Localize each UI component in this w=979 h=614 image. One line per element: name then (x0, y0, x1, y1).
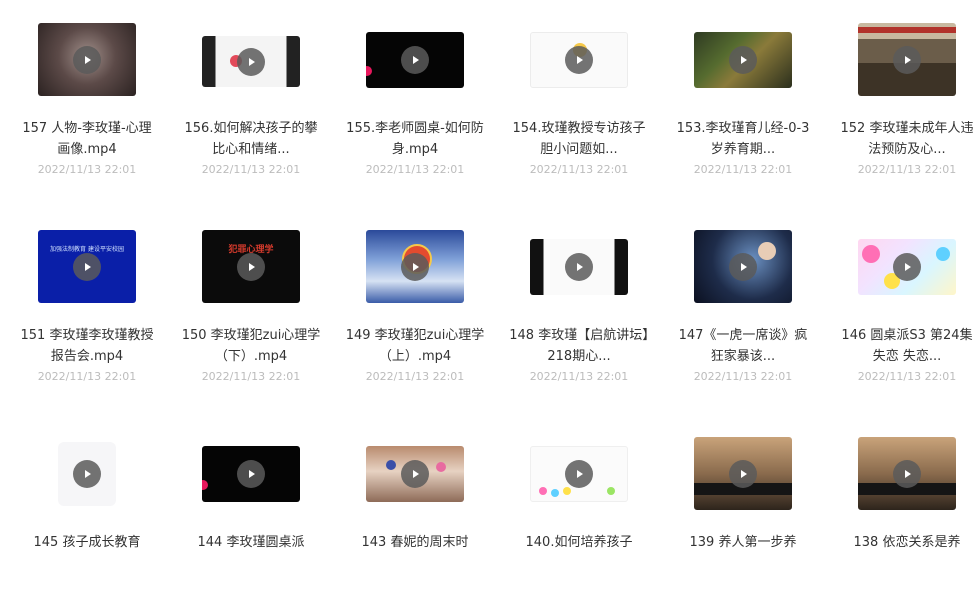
video-card-157[interactable]: 157 人物-李玫瑾-心理画像.mp4 2022/11/13 22:01 (5, 0, 169, 200)
file-date: 2022/11/13 22:01 (693, 163, 793, 176)
play-icon[interactable] (729, 459, 757, 488)
video-thumbnail[interactable] (202, 36, 300, 87)
play-icon[interactable] (237, 460, 265, 488)
video-card-146[interactable]: 146 圆桌派S3 第24集 失恋 失恋... 2022/11/13 22:01 (825, 207, 979, 407)
video-thumbnail[interactable] (38, 23, 136, 96)
file-title: 152 李玫瑾未成年人违法预防及心... (840, 121, 974, 157)
video-card-153[interactable]: 153.李玫瑾育儿经-0-3岁养育期... 2022/11/13 22:01 (661, 0, 825, 200)
file-date: 2022/11/13 22:01 (693, 370, 793, 383)
video-thumbnail[interactable] (366, 446, 464, 502)
bubble-decor (862, 245, 880, 263)
video-card-143[interactable]: 143 春妮的周末时 (333, 414, 497, 614)
video-card-145[interactable]: 145 孩子成长教育 (5, 414, 169, 614)
play-icon[interactable] (401, 252, 429, 281)
video-card-155[interactable]: 155.李老师圆桌-如何防身.mp4 2022/11/13 22:01 (333, 0, 497, 200)
file-title: 147《一虎一席谈》疯狂家暴该... (678, 328, 808, 364)
file-title: 149 李玫瑾犯zui心理学（上）.mp4 (345, 328, 485, 364)
video-thumbnail[interactable] (202, 446, 300, 502)
video-thumbnail[interactable] (366, 32, 464, 88)
file-date: 2022/11/13 22:01 (201, 370, 301, 383)
file-title: 157 人物-李玫瑾-心理画像.mp4 (22, 121, 152, 157)
file-title: 155.李老师圆桌-如何防身.mp4 (346, 121, 484, 157)
file-date: 2022/11/13 22:01 (365, 163, 465, 176)
video-card-150[interactable]: 犯罪心理学 150 李玫瑾犯zui心理学（下）.mp4 2022/11/13 2… (169, 207, 333, 407)
bubble-decor (563, 487, 571, 495)
video-thumbnail[interactable]: 犯罪心理学 (202, 230, 300, 303)
video-thumbnail[interactable] (694, 230, 792, 303)
bubble-decor (936, 247, 950, 261)
video-card-147[interactable]: 147《一虎一席谈》疯狂家暴该... 2022/11/13 22:01 (661, 207, 825, 407)
play-icon[interactable] (237, 47, 265, 76)
video-card-149[interactable]: 149 李玫瑾犯zui心理学（上）.mp4 2022/11/13 22:01 (333, 207, 497, 407)
play-icon[interactable] (401, 460, 429, 488)
file-date: 2022/11/13 22:01 (857, 370, 957, 383)
file-title: 150 李玫瑾犯zui心理学（下）.mp4 (181, 328, 321, 364)
play-icon[interactable] (565, 46, 593, 74)
person-figure (758, 242, 776, 260)
video-thumbnail[interactable] (58, 442, 116, 506)
banner-strip (858, 27, 956, 33)
file-date: 2022/11/13 22:01 (365, 370, 465, 383)
video-thumbnail[interactable] (858, 23, 956, 96)
file-title: 146 圆桌派S3 第24集 失恋 失恋... (841, 328, 973, 364)
play-icon[interactable] (73, 252, 101, 281)
file-date: 2022/11/13 22:01 (37, 163, 137, 176)
file-title: 148 李玫瑾【启航讲坛】218期心... (509, 328, 649, 364)
play-icon[interactable] (729, 46, 757, 74)
file-title: 151 李玫瑾李玫瑾教授报告会.mp4 (20, 328, 154, 364)
play-icon[interactable] (73, 45, 101, 74)
video-card-154[interactable]: 154.玫瑾教授专访孩子胆小问题如... 2022/11/13 22:01 (497, 0, 661, 200)
file-title: 156.如何解决孩子的攀比心和情绪... (184, 121, 318, 157)
file-date: 2022/11/13 22:01 (529, 163, 629, 176)
play-icon[interactable] (893, 253, 921, 281)
video-card-148[interactable]: 148 李玫瑾【启航讲坛】218期心... 2022/11/13 22:01 (497, 207, 661, 407)
play-icon[interactable] (893, 459, 921, 488)
file-grid: 157 人物-李玫瑾-心理画像.mp4 2022/11/13 22:01 156… (0, 0, 979, 550)
accent-dot (366, 66, 372, 76)
file-title: 153.李玫瑾育儿经-0-3岁养育期... (676, 121, 810, 157)
play-icon[interactable] (893, 45, 921, 74)
play-icon[interactable] (565, 253, 593, 281)
bubble-decor (607, 487, 615, 495)
play-icon[interactable] (729, 252, 757, 281)
video-thumbnail[interactable] (530, 446, 628, 502)
bubble-decor (551, 489, 559, 497)
video-card-139[interactable]: 139 养人第一步养 (661, 414, 825, 614)
video-thumbnail[interactable] (858, 437, 956, 510)
video-thumbnail[interactable]: 加强法制教育 建设平安校园 (38, 230, 136, 303)
slide-text: 加强法制教育 建设平安校园 (50, 246, 124, 253)
person-figure (386, 460, 396, 470)
play-icon[interactable] (237, 252, 265, 281)
play-icon[interactable] (73, 460, 101, 488)
person-figure (436, 462, 446, 472)
video-thumbnail[interactable] (530, 32, 628, 88)
video-card-151[interactable]: 加强法制教育 建设平安校园 151 李玫瑾李玫瑾教授报告会.mp4 2022/1… (5, 207, 169, 407)
video-thumbnail[interactable] (694, 437, 792, 510)
file-date: 2022/11/13 22:01 (201, 163, 301, 176)
video-card-152[interactable]: 152 李玫瑾未成年人违法预防及心... 2022/11/13 22:01 (825, 0, 979, 200)
file-date: 2022/11/13 22:01 (529, 370, 629, 383)
video-card-140[interactable]: 140.如何培养孩子 (497, 414, 661, 614)
play-icon[interactable] (565, 460, 593, 488)
video-thumbnail[interactable] (694, 32, 792, 88)
video-card-138[interactable]: 138 依恋关系是养 (825, 414, 979, 614)
video-thumbnail[interactable] (858, 239, 956, 295)
file-date: 2022/11/13 22:01 (857, 163, 957, 176)
file-title: 154.玫瑾教授专访孩子胆小问题如... (512, 121, 646, 157)
play-icon[interactable] (401, 46, 429, 74)
file-date: 2022/11/13 22:01 (37, 370, 137, 383)
video-card-156[interactable]: 156.如何解决孩子的攀比心和情绪... 2022/11/13 22:01 (169, 0, 333, 200)
video-thumbnail[interactable] (530, 239, 628, 295)
bubble-decor (539, 487, 547, 495)
accent-dot (202, 480, 208, 490)
video-card-144[interactable]: 144 李玫瑾圆桌派 (169, 414, 333, 614)
video-thumbnail[interactable] (366, 230, 464, 303)
